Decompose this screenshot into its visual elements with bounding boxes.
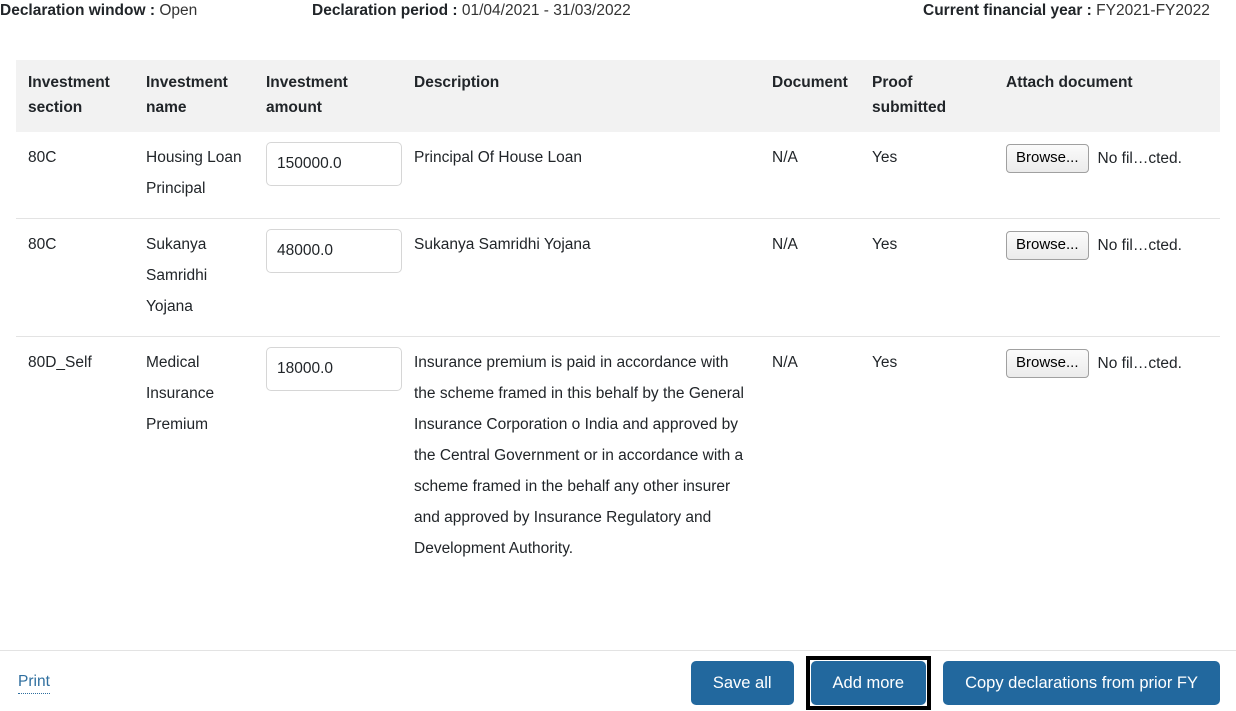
investment-amount-input[interactable] xyxy=(266,142,402,186)
declaration-period-label: Declaration period : xyxy=(312,2,458,19)
cell-investment-section: 80C xyxy=(16,218,134,337)
column-header-investment-section: Investment section xyxy=(16,60,134,132)
file-status-text: No fil…cted. xyxy=(1097,354,1182,372)
cell-investment-amount xyxy=(254,218,402,337)
cell-description: Principal Of House Loan xyxy=(414,149,583,166)
declaration-period-value: 01/04/2021 - 31/03/2022 xyxy=(461,2,631,19)
table-row: 80C Sukanya Samridhi Yojana Sukanya Samr… xyxy=(16,218,1220,337)
add-more-button[interactable]: Add more xyxy=(810,661,927,705)
cell-document: N/A xyxy=(772,149,798,166)
copy-declarations-prior-fy-button[interactable]: Copy declarations from prior FY xyxy=(943,661,1220,705)
cell-document: N/A xyxy=(760,336,860,578)
column-header-description: Description xyxy=(402,60,760,132)
declaration-window-value: Open xyxy=(159,2,198,19)
save-all-button[interactable]: Save all xyxy=(690,661,794,705)
cell-attach-document: Browse... No fil…cted. xyxy=(994,218,1220,337)
cell-proof-submitted: Yes xyxy=(860,336,994,578)
column-header-investment-name: Investment name xyxy=(134,60,254,132)
column-header-document: Document xyxy=(760,60,860,132)
action-button-bar: Save all Add more Copy declarations from… xyxy=(690,656,1220,710)
file-upload-control[interactable]: Browse... No fil…cted. xyxy=(1006,349,1208,378)
browse-button[interactable]: Browse... xyxy=(1006,349,1089,378)
table-body: 80C Housing Loan Principal Principal Of … xyxy=(16,132,1220,578)
table-row: 80D_Self Medical Insurance Premium Insur… xyxy=(16,336,1220,578)
cell-attach-document: Browse... No fil…cted. xyxy=(994,336,1220,578)
declarations-table: Investment section Investment name Inves… xyxy=(16,60,1220,578)
footer-divider xyxy=(0,650,1236,651)
cell-investment-section: 80C xyxy=(28,149,57,166)
declaration-window-label: Declaration window : xyxy=(0,2,156,19)
investment-declaration-page: Declaration window : Open Declaration pe… xyxy=(0,0,1236,711)
investment-amount-input[interactable] xyxy=(266,347,402,391)
table-header-row: Investment section Investment name Inves… xyxy=(16,60,1220,132)
column-header-investment-amount: Investment amount xyxy=(254,60,402,132)
file-upload-control[interactable]: Browse... No fil…cted. xyxy=(1006,231,1208,260)
column-header-attach-document: Attach document xyxy=(994,60,1220,132)
file-upload-control[interactable]: Browse... No fil…cted. xyxy=(1006,144,1208,173)
declarations-table-wrapper: Investment section Investment name Inves… xyxy=(16,60,1220,578)
print-link[interactable]: Print xyxy=(18,673,50,694)
cell-investment-name: Housing Loan Principal xyxy=(146,149,242,197)
investment-amount-input[interactable] xyxy=(266,229,402,273)
declaration-period-info: Declaration period : 01/04/2021 - 31/03/… xyxy=(312,0,631,22)
table-header: Investment section Investment name Inves… xyxy=(16,60,1220,132)
add-more-focus-ring: Add more xyxy=(805,656,932,710)
cell-document: N/A xyxy=(760,218,860,337)
cell-investment-amount xyxy=(254,132,402,219)
current-financial-year-info: Current financial year : FY2021-FY2022 xyxy=(923,0,1223,22)
cell-description: Insurance premium is paid in accordance … xyxy=(402,336,760,578)
current-financial-year-value: FY2021-FY2022 xyxy=(1096,2,1210,19)
column-header-proof-submitted: Proof submitted xyxy=(860,60,994,132)
cell-investment-section: 80D_Self xyxy=(16,336,134,578)
cell-attach-document: Browse... No fil…cted. xyxy=(994,132,1220,219)
file-status-text: No fil…cted. xyxy=(1097,236,1182,254)
current-financial-year-label: Current financial year : xyxy=(923,2,1092,19)
browse-button[interactable]: Browse... xyxy=(1006,144,1089,173)
cell-proof-submitted: Yes xyxy=(860,218,994,337)
declaration-meta-bar: Declaration window : Open Declaration pe… xyxy=(0,0,1236,56)
cell-proof-submitted: Yes xyxy=(872,149,898,166)
table-row: 80C Housing Loan Principal Principal Of … xyxy=(16,132,1220,219)
file-status-text: No fil…cted. xyxy=(1097,149,1182,167)
cell-investment-name: Medical Insurance Premium xyxy=(134,336,254,578)
browse-button[interactable]: Browse... xyxy=(1006,231,1089,260)
cell-investment-amount xyxy=(254,336,402,578)
cell-investment-name: Sukanya Samridhi Yojana xyxy=(134,218,254,337)
declaration-window-info: Declaration window : Open xyxy=(0,0,197,22)
cell-description: Sukanya Samridhi Yojana xyxy=(402,218,760,337)
